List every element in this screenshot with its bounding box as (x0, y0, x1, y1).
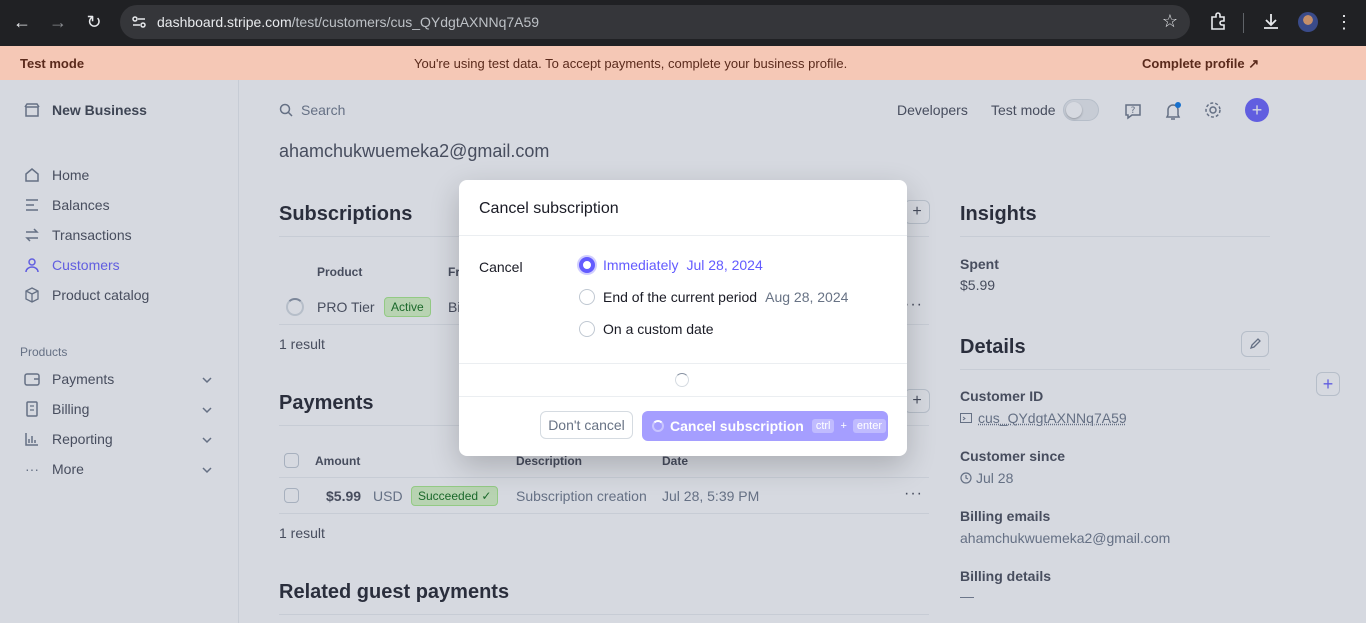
divider (459, 363, 907, 364)
kbd-ctrl: ctrl (811, 419, 835, 433)
cancel-subscription-dialog: Cancel subscription Cancel Immediately J… (459, 180, 907, 456)
complete-profile-link[interactable]: Complete profile ↗ (1142, 56, 1259, 72)
toolbar-divider (1243, 13, 1244, 33)
extensions-icon[interactable] (1208, 11, 1228, 31)
browser-toolbar: ← → ↻ dashboard.stripe.com/test/customer… (0, 0, 1366, 46)
dialog-title: Cancel subscription (479, 200, 619, 217)
radio-button[interactable] (579, 289, 595, 305)
dont-cancel-button[interactable]: Don't cancel (540, 411, 633, 439)
radio-button[interactable] (579, 257, 595, 273)
browser-menu-icon[interactable]: ⋮ (1333, 11, 1355, 33)
forward-icon[interactable]: → (47, 11, 69, 33)
option-custom-date[interactable]: On a custom date (579, 321, 714, 337)
reload-icon[interactable]: ↻ (83, 11, 105, 33)
loading-spinner-icon (652, 420, 664, 432)
site-settings-icon[interactable] (130, 13, 148, 31)
confirm-cancel-subscription-button[interactable]: Cancel subscription ctrl + enter (642, 411, 888, 441)
url-text: dashboard.stripe.com/test/customers/cus_… (157, 14, 540, 30)
test-mode-message: You're using test data. To accept paymen… (414, 56, 848, 71)
option-immediately[interactable]: Immediately Jul 28, 2024 (579, 257, 763, 273)
option-end-of-period[interactable]: End of the current period Aug 28, 2024 (579, 289, 848, 305)
back-icon[interactable]: ← (11, 11, 33, 33)
radio-button[interactable] (579, 321, 595, 337)
kbd-plus: + (840, 420, 847, 432)
kbd-enter: enter (852, 419, 886, 433)
address-bar[interactable]: dashboard.stripe.com/test/customers/cus_… (120, 5, 1190, 39)
cancel-label: Cancel (479, 259, 523, 275)
download-icon[interactable] (1261, 11, 1281, 31)
divider (459, 396, 907, 397)
divider (459, 235, 907, 236)
bookmark-star-icon[interactable]: ☆ (1162, 11, 1178, 32)
test-mode-banner: Test mode You're using test data. To acc… (0, 46, 1366, 80)
profile-avatar[interactable] (1298, 12, 1318, 32)
test-mode-label: Test mode (20, 56, 85, 71)
loading-spinner-icon (675, 373, 689, 387)
